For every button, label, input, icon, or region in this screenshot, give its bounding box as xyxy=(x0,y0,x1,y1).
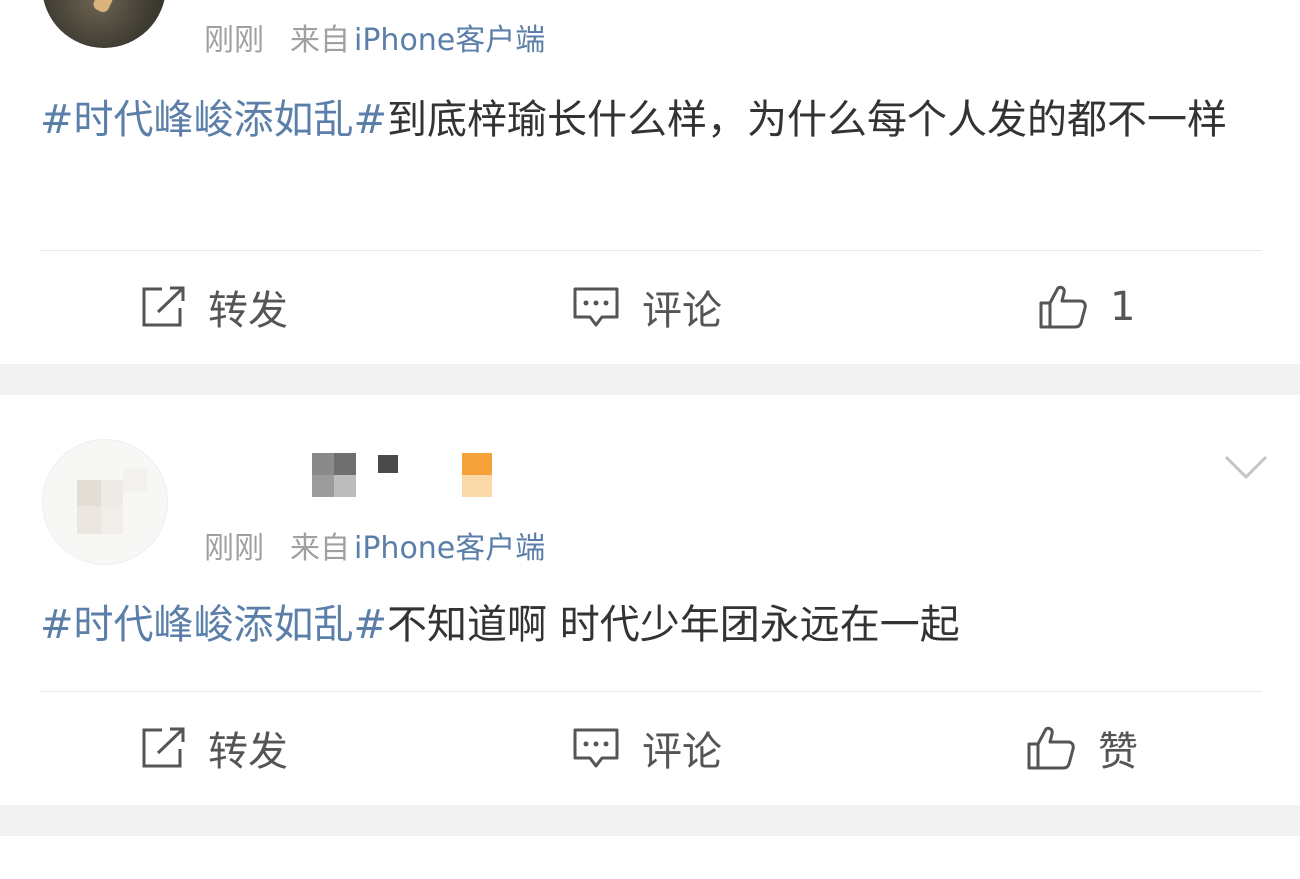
like-button[interactable]: 赞 xyxy=(1026,692,1138,804)
post-body: 不知道啊 时代少年团永远在一起 xyxy=(387,602,960,648)
comment-icon xyxy=(573,287,619,327)
repost-button[interactable]: 转发 xyxy=(140,251,288,363)
comment-icon xyxy=(573,728,619,768)
username-pixel xyxy=(312,475,334,497)
repost-label: 转发 xyxy=(208,288,288,334)
avatar-pixel xyxy=(101,480,123,506)
avatar-image-detail xyxy=(91,0,137,15)
repost-icon xyxy=(142,286,185,327)
repost-button[interactable]: 转发 xyxy=(140,692,288,804)
post-client-link[interactable]: iPhone客户端 xyxy=(354,23,545,58)
post-text: #时代峰峻添如乱#到底梓瑜长什么样，为什么每个人发的都不一样 xyxy=(40,88,1260,152)
comment-button[interactable]: 评论 xyxy=(572,692,722,804)
username-pixel xyxy=(462,453,492,475)
post-text: #时代峰峻添如乱#不知道啊 时代少年团永远在一起 xyxy=(40,593,1260,657)
username-pixelated[interactable] xyxy=(312,453,512,503)
avatar-pixel xyxy=(77,506,101,534)
avatar-pixel xyxy=(101,506,123,534)
post-actions: 转发 评论 赞 xyxy=(0,692,1300,804)
thumbs-up-icon xyxy=(1039,285,1087,329)
next-card-top xyxy=(0,836,1300,879)
repost-icon xyxy=(142,727,185,768)
username-pixel xyxy=(312,453,334,475)
hashtag-link[interactable]: #时代峰峻添如乱# xyxy=(40,602,387,648)
like-count: 1 xyxy=(1110,284,1136,330)
post-body: 到底梓瑜长什么样，为什么每个人发的都不一样 xyxy=(387,97,1228,143)
post-time: 刚刚 xyxy=(204,23,264,58)
chevron-down-icon[interactable] xyxy=(1224,453,1268,481)
username-pixel xyxy=(334,453,356,475)
like-button[interactable]: 1 xyxy=(1038,251,1135,363)
post-card: 刚刚 来自 iPhone客户端 #时代峰峻添如乱#到底梓瑜长什么样，为什么每个人发的… xyxy=(0,0,1300,364)
avatar[interactable] xyxy=(42,0,166,48)
post-source-prefix: 来自 xyxy=(290,23,350,58)
username-pixel xyxy=(378,455,398,473)
avatar[interactable] xyxy=(42,439,168,565)
hashtag-link[interactable]: #时代峰峻添如乱# xyxy=(40,97,387,143)
thumbs-up-icon xyxy=(1027,726,1075,770)
repost-label: 转发 xyxy=(208,729,288,775)
avatar-pixel xyxy=(77,480,101,506)
comment-label: 评论 xyxy=(642,288,722,334)
post-card: 刚刚 来自 iPhone客户端 #时代峰峻添如乱#不知道啊 时代少年团永远在一起 转… xyxy=(0,395,1300,805)
post-meta: 刚刚 来自 iPhone客户端 xyxy=(204,523,545,567)
avatar-pixel xyxy=(123,468,147,492)
feed-separator xyxy=(0,805,1300,879)
feed-separator xyxy=(0,364,1300,395)
like-label: 赞 xyxy=(1098,729,1138,775)
comment-label: 评论 xyxy=(642,729,722,775)
comment-button[interactable]: 评论 xyxy=(572,251,722,363)
post-actions: 转发 评论 1 xyxy=(0,251,1300,363)
username-pixel xyxy=(334,475,356,497)
username-pixel xyxy=(462,475,492,497)
post-client-link[interactable]: iPhone客户端 xyxy=(354,531,545,566)
weibo-feed: 刚刚 来自 iPhone客户端 #时代峰峻添如乱#到底梓瑜长什么样，为什么每个人发的… xyxy=(0,0,1300,879)
post-source-prefix: 来自 xyxy=(290,531,350,566)
post-meta: 刚刚 来自 iPhone客户端 xyxy=(204,15,545,59)
post-time: 刚刚 xyxy=(204,531,264,566)
